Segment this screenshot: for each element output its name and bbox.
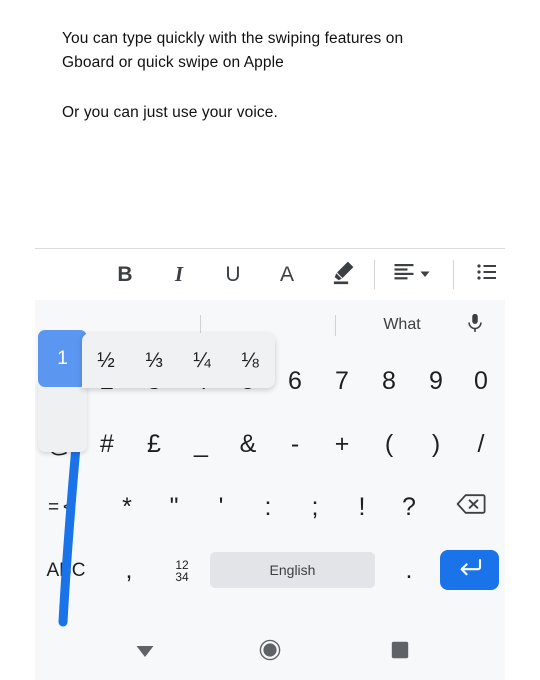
key-ampersand[interactable]: &: [226, 413, 270, 476]
keyboard-row-symbols-1: @ # £ _ & - + ( ) /: [35, 413, 505, 476]
align-left-icon: [392, 260, 416, 289]
key-space[interactable]: English: [210, 552, 375, 588]
align-button[interactable]: [383, 249, 439, 300]
key-paren-open[interactable]: (: [367, 413, 411, 476]
italic-button[interactable]: I: [157, 249, 201, 300]
enter-icon: [457, 556, 483, 585]
bold-button[interactable]: B: [103, 249, 147, 300]
key-underscore[interactable]: _: [179, 413, 223, 476]
keyboard-row-bottom: ABC , 12 34 English .: [35, 539, 505, 602]
document-paragraph-2: Or you can just use your voice.: [62, 104, 278, 121]
hide-keyboard-down-arrow-icon: [133, 638, 157, 667]
accent-option-quarter[interactable]: ¼: [178, 333, 226, 388]
recents-button[interactable]: [370, 625, 430, 680]
accent-option-half[interactable]: ½: [82, 333, 130, 388]
key-enter[interactable]: [440, 550, 499, 590]
bulleted-list-button[interactable]: [465, 249, 509, 300]
backspace-icon: [456, 492, 486, 523]
key-comma[interactable]: ,: [107, 539, 151, 602]
text-color-label: A: [279, 262, 294, 286]
toolbar-divider-1: [374, 260, 375, 289]
key-backspace[interactable]: [445, 476, 497, 539]
key-0[interactable]: 0: [459, 350, 503, 413]
on-screen-keyboard: What 1 2 3 4 5 6 7 8 9 0 1 ½: [35, 300, 505, 680]
highlight-button[interactable]: [320, 249, 366, 300]
highlighter-pen-icon: [329, 258, 357, 291]
key-abc[interactable]: ABC: [40, 539, 92, 602]
suggestion-item-3[interactable]: What: [337, 300, 467, 350]
voice-input-button[interactable]: [453, 300, 497, 350]
key-question[interactable]: ?: [387, 476, 431, 539]
key-1[interactable]: 1: [38, 350, 82, 413]
keyboard-row-symbols-2: = < * " ' : ; ! ?: [35, 476, 505, 539]
key-period[interactable]: .: [387, 539, 431, 602]
key-exclamation[interactable]: !: [340, 476, 384, 539]
bold-label: B: [117, 262, 133, 286]
bulleted-list-icon: [475, 260, 499, 289]
key-slash[interactable]: /: [459, 413, 503, 476]
key-asterisk[interactable]: *: [105, 476, 149, 539]
key-8[interactable]: 8: [367, 350, 411, 413]
microphone-icon: [464, 312, 486, 339]
key-paren-close[interactable]: ): [414, 413, 458, 476]
key-semicolon[interactable]: ;: [293, 476, 337, 539]
accent-option-third[interactable]: ⅓: [130, 333, 178, 388]
key-colon[interactable]: :: [246, 476, 290, 539]
underline-label: U: [225, 262, 241, 286]
chevron-down-icon: [419, 267, 431, 285]
hide-keyboard-button[interactable]: [115, 625, 175, 680]
key-6[interactable]: 6: [273, 350, 317, 413]
home-button[interactable]: [240, 625, 300, 680]
key-pound[interactable]: £: [132, 413, 176, 476]
key-hash[interactable]: #: [85, 413, 129, 476]
formatting-toolbar: B I U A: [35, 248, 505, 300]
recents-square-icon: [391, 641, 409, 664]
key-plus[interactable]: +: [320, 413, 364, 476]
accent-popup: ½ ⅓ ¼ ⅛: [82, 333, 275, 388]
document-canvas[interactable]: You can type quickly with the swiping fe…: [0, 0, 540, 248]
key-at[interactable]: @: [38, 413, 82, 476]
toolbar-divider-2: [453, 260, 454, 289]
underline-button[interactable]: U: [211, 249, 255, 300]
key-minus[interactable]: -: [273, 413, 317, 476]
key-numeric-layout[interactable]: 12 34: [160, 539, 204, 602]
key-9[interactable]: 9: [414, 350, 458, 413]
android-navigation-bar: [35, 625, 505, 680]
key-symbol-shift[interactable]: = <: [35, 476, 87, 539]
accent-option-eighth[interactable]: ⅛: [226, 333, 274, 388]
italic-label: I: [174, 262, 184, 286]
key-quote-single[interactable]: ': [199, 476, 243, 539]
key-7[interactable]: 7: [320, 350, 364, 413]
text-color-button[interactable]: A: [265, 249, 309, 300]
home-circle-icon: [259, 639, 281, 666]
document-paragraph-1: You can type quickly with the swiping fe…: [62, 30, 404, 71]
keyboard-row-numbers: 1 2 3 4 5 6 7 8 9 0 1 ½ ⅓ ¼ ⅛: [35, 330, 505, 452]
suggestion-divider-2: [335, 315, 336, 336]
key-quote-double[interactable]: ": [152, 476, 196, 539]
